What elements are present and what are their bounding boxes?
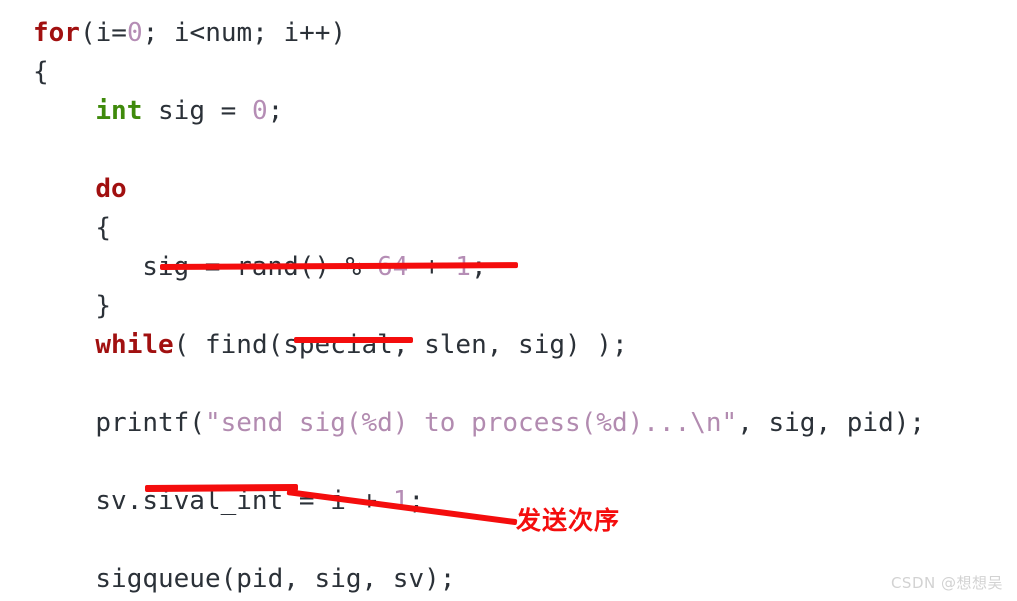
code-token-plain: sv.sival_int = i + bbox=[95, 486, 393, 516]
code-line: int sig = 0; bbox=[0, 92, 1017, 131]
code-token-plain: ( find(special, slen, sig) ); bbox=[173, 330, 628, 360]
code-screenshot: for(i=0; i<num; i++){int sig = 0; do{sig… bbox=[0, 0, 1017, 601]
code-line: { bbox=[0, 53, 1017, 92]
code-token-plain: ; bbox=[470, 252, 487, 282]
code-line: while( find(special, slen, sig) ); bbox=[0, 326, 1017, 365]
code-block: for(i=0; i<num; i++){int sig = 0; do{sig… bbox=[0, 0, 1017, 601]
code-line: sigqueue(pid, sig, sv); bbox=[0, 560, 1017, 599]
code-token-plain: (i= bbox=[79, 18, 127, 48]
code-token-num: 0 bbox=[126, 18, 143, 48]
code-token-kw: while bbox=[95, 330, 174, 360]
code-token-str: "send sig(%d) to process(%d)...\n" bbox=[204, 408, 738, 438]
code-token-plain: sig = rand() % bbox=[142, 252, 377, 282]
code-token-num: 64 bbox=[377, 252, 409, 282]
code-token-num: 1 bbox=[392, 486, 409, 516]
code-line: { bbox=[0, 209, 1017, 248]
code-line: sv.sival_int = i + 1; bbox=[0, 482, 1017, 521]
code-token-plain: + bbox=[408, 252, 456, 282]
code-line: do bbox=[0, 170, 1017, 209]
code-token-kw: for bbox=[33, 18, 80, 48]
code-line: sig = rand() % 64 + 1; bbox=[0, 248, 1017, 287]
code-token-brace: } bbox=[95, 291, 112, 321]
code-token-plain: ; i<num; i++) bbox=[142, 18, 347, 48]
code-line: for(i=0; i<num; i++) bbox=[0, 14, 1017, 53]
code-token-kw: do bbox=[95, 174, 127, 204]
code-token-plain: sigqueue(pid, sig, sv); bbox=[95, 564, 456, 594]
code-line: printf("send sig(%d) to process(%d)...\n… bbox=[0, 404, 1017, 443]
code-token-plain: ; bbox=[408, 486, 425, 516]
code-token-plain: , sig, pid); bbox=[737, 408, 926, 438]
code-line: } bbox=[0, 287, 1017, 326]
code-token-brace: { bbox=[95, 213, 112, 243]
code-token-plain: ; bbox=[267, 96, 284, 126]
code-token-num: 0 bbox=[251, 96, 268, 126]
csdn-watermark: CSDN @想想吴 bbox=[890, 574, 1003, 592]
code-token-type: int bbox=[95, 96, 143, 126]
code-token-brace: { bbox=[33, 57, 49, 87]
code-token-plain: printf( bbox=[95, 408, 205, 438]
code-token-plain: sig = bbox=[142, 96, 252, 126]
code-token-num: 1 bbox=[455, 252, 471, 282]
